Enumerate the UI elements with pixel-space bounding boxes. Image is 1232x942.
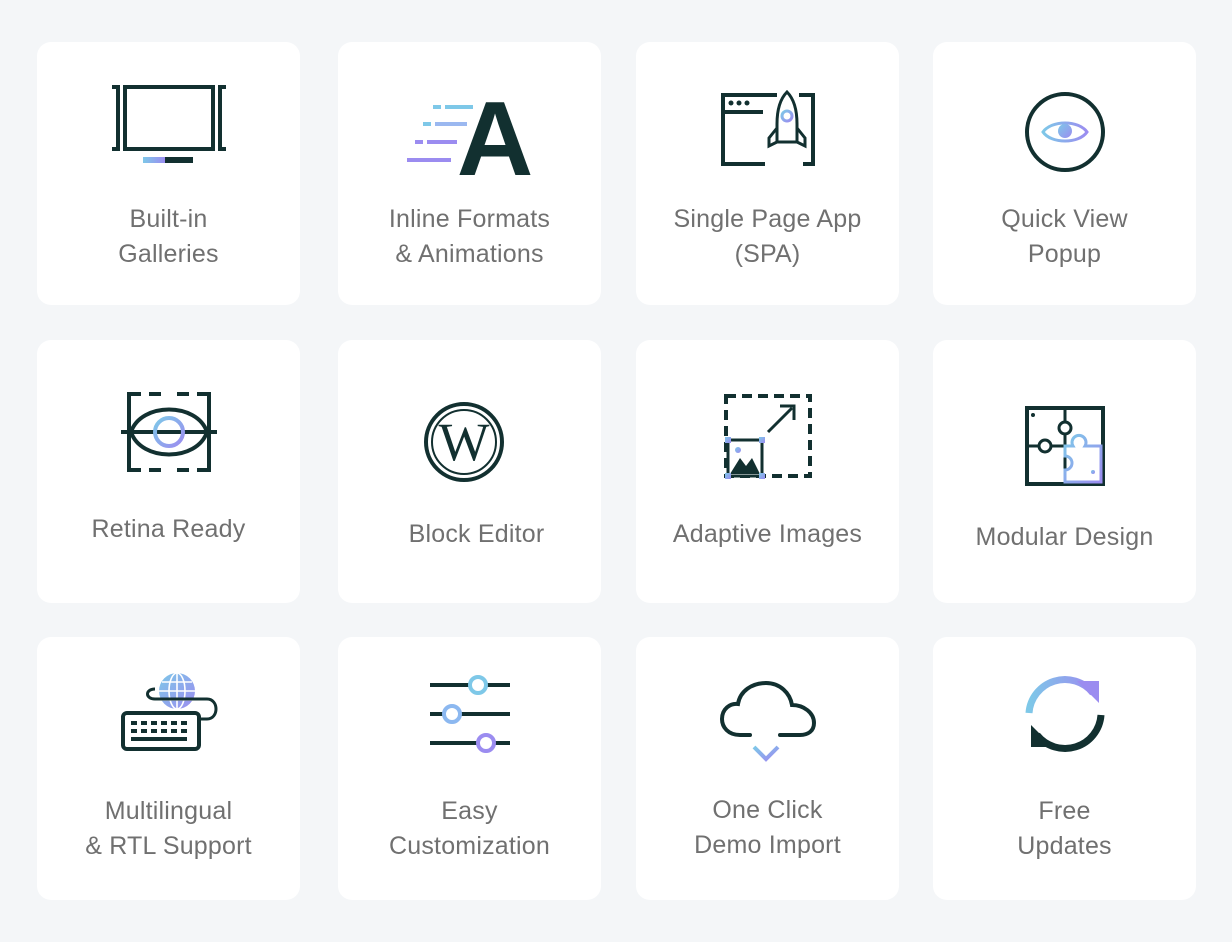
feature-label: Single Page App (SPA) xyxy=(673,205,862,268)
feature-label: One Click Demo Import xyxy=(694,796,841,859)
feature-label: Free Updates xyxy=(1017,797,1112,860)
feature-card-customization: Easy Customization xyxy=(338,637,601,900)
feature-label: Multilingual & RTL Support xyxy=(85,797,252,860)
feature-card-free-updates: Free Updates xyxy=(933,637,1196,900)
puzzle-icon xyxy=(1023,404,1107,488)
feature-card-modular: Modular Design xyxy=(933,340,1196,603)
feature-card-galleries: Built-in Galleries xyxy=(37,42,300,305)
feature-card-adaptive-images: Adaptive Images xyxy=(636,340,899,603)
rocket-browser-icon xyxy=(720,90,815,174)
eye-icon xyxy=(1023,90,1107,174)
wordpress-icon: W xyxy=(422,398,518,484)
feature-card-quick-view: Quick View Popup xyxy=(933,42,1196,305)
feature-label: Adaptive Images xyxy=(672,520,863,548)
sliders-icon xyxy=(428,673,512,757)
retina-eye-icon xyxy=(120,390,217,474)
cloud-download-icon xyxy=(719,679,816,765)
svg-text:A: A xyxy=(456,92,533,178)
feature-label: Easy Customization xyxy=(389,797,550,860)
text-animation-icon: A xyxy=(405,92,535,178)
resize-image-icon xyxy=(722,392,814,482)
svg-text:W: W xyxy=(438,412,489,472)
feature-label: Block Editor xyxy=(408,520,545,548)
feature-card-multilingual: Multilingual & RTL Support xyxy=(37,637,300,900)
feature-card-demo-import: One Click Demo Import xyxy=(636,637,899,900)
feature-card-inline-formats: A Inline Formats & Animations xyxy=(338,42,601,305)
feature-card-retina: Retina Ready xyxy=(37,340,300,603)
feature-card-spa: Single Page App (SPA) xyxy=(636,42,899,305)
feature-label: Modular Design xyxy=(975,523,1154,551)
feature-label: Built-in Galleries xyxy=(118,205,219,268)
feature-label: Inline Formats & Animations xyxy=(388,205,551,268)
refresh-icon xyxy=(1023,671,1107,757)
feature-card-block-editor: W Block Editor xyxy=(338,340,601,603)
monitor-icon xyxy=(109,84,229,166)
keyboard-globe-icon xyxy=(119,671,219,753)
feature-label: Retina Ready xyxy=(91,515,246,543)
feature-label: Quick View Popup xyxy=(1001,205,1128,268)
